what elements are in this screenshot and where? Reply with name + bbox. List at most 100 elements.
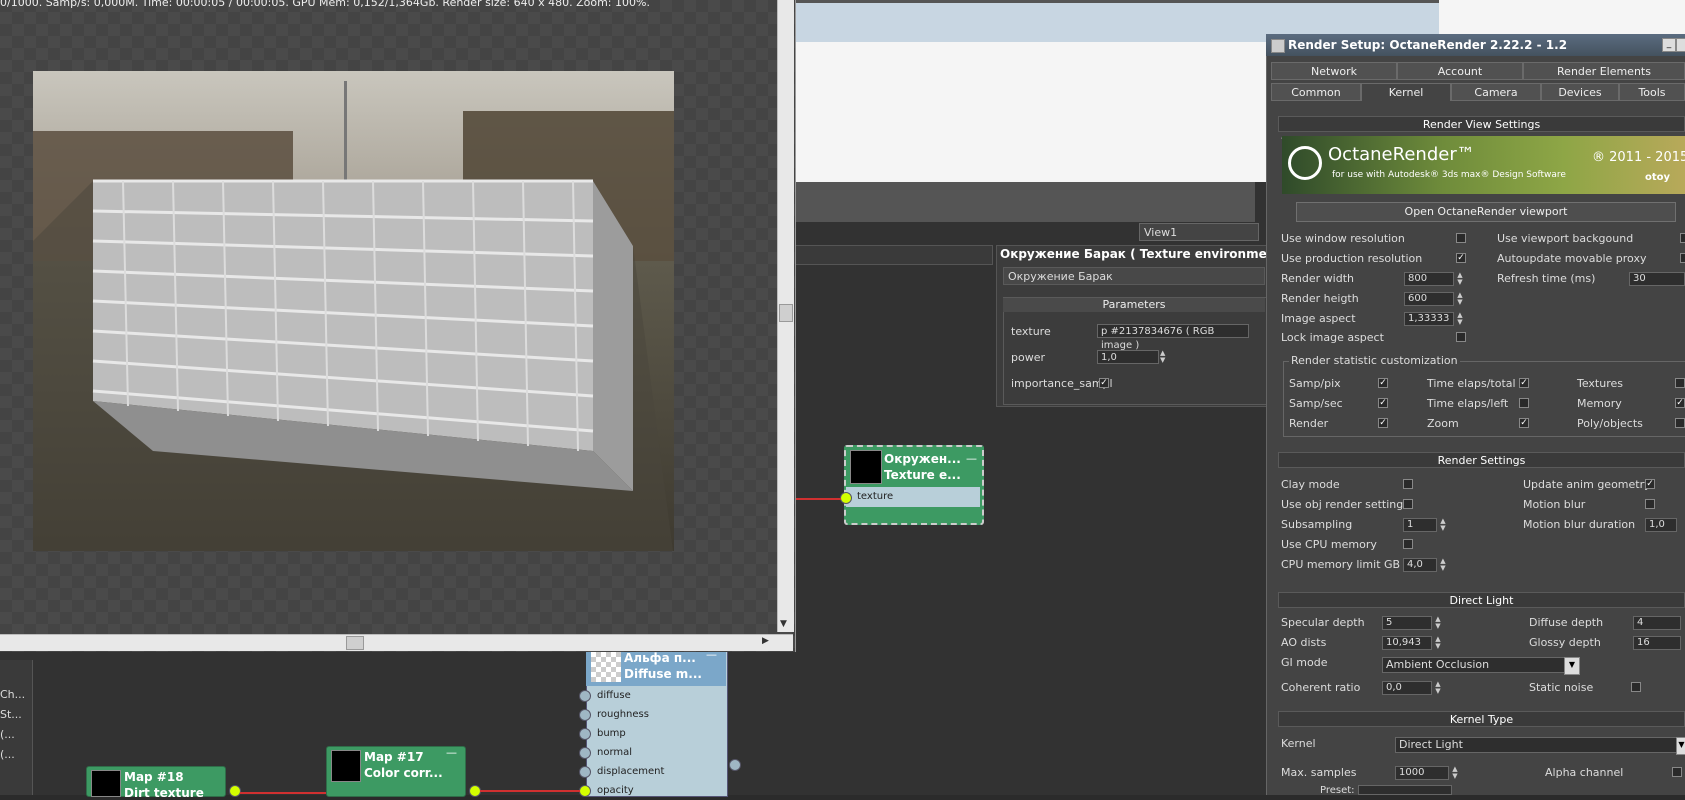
diffuse-socket[interactable] [579,690,591,702]
use-window-resolution-checkbox[interactable] [1456,233,1466,243]
open-viewport-button[interactable]: Open OctaneRender viewport [1296,202,1676,222]
render-settings-header[interactable]: Render Settings [1278,452,1685,468]
view-selector[interactable]: View1 [1139,223,1259,241]
coherent-ratio-spinner[interactable]: ▲ ▼ [1434,681,1442,695]
normal-socket[interactable] [579,747,591,759]
connection-wire [795,498,841,500]
autoupdate-movable-proxy-label: Autoupdate movable proxy [1497,252,1647,265]
env-node-slot-label: texture [857,491,894,502]
use-obj-render-settings-checkbox[interactable] [1403,499,1413,509]
motion-blur-duration-input[interactable]: 1,0 [1645,518,1677,532]
chevron-down-icon[interactable]: ▼ [1564,657,1580,675]
displacement-socket[interactable] [579,766,591,778]
cpu-memory-limit-input[interactable]: 4,0 [1403,558,1437,572]
render-height-spinner[interactable]: ▲ ▼ [1456,292,1464,306]
roughness-socket[interactable] [579,709,591,721]
render-setup-titlebar[interactable]: Render Setup: OctaneRender 2.22.2 - 1.2 [1266,34,1685,56]
render-stat-checkbox[interactable]: ✓ [1378,418,1388,428]
image-aspect-input[interactable]: 1,33333 [1404,312,1454,326]
render-height-input[interactable]: 600 [1404,292,1454,306]
importance-sampling-checkbox[interactable]: ✓ [1099,378,1109,388]
tab-account[interactable]: Account [1397,62,1523,80]
chevron-down-icon[interactable]: ▼ [1676,737,1685,755]
horizontal-scroll-thumb[interactable] [346,636,364,650]
cpu-memory-limit-spinner[interactable]: ▲ ▼ [1439,558,1447,572]
use-viewport-background-checkbox[interactable] [1680,233,1685,243]
static-noise-label: Static noise [1529,681,1594,694]
connection-wire [240,792,326,794]
browser-item[interactable]: (... [0,748,15,761]
scroll-down-icon[interactable]: ▼ [780,619,787,629]
viewport-horizontal-scrollbar[interactable] [0,634,793,651]
opacity-socket[interactable] [579,785,591,797]
scroll-right-icon[interactable]: ▶ [762,636,769,646]
maximize-window-icon[interactable] [1676,38,1685,52]
lock-image-aspect-checkbox[interactable] [1456,332,1466,342]
power-spinner[interactable]: ▲ ▼ [1160,350,1165,364]
samp-pix-checkbox[interactable]: ✓ [1378,378,1388,388]
kernel-select[interactable]: Direct Light [1395,737,1685,753]
tab-network[interactable]: Network [1271,62,1397,80]
max-samples-input[interactable]: 1000 [1395,766,1449,780]
static-noise-checkbox[interactable] [1631,682,1641,692]
vertical-scroll-thumb[interactable] [779,304,793,322]
max-samples-spinner[interactable]: ▲ ▼ [1451,766,1459,780]
rollout-title: Render View Settings [1422,118,1541,131]
refresh-time-input[interactable]: 30 [1629,272,1685,286]
tab-kernel[interactable]: Kernel [1361,83,1451,101]
ao-dists-input[interactable]: 10,943 [1382,636,1432,650]
browser-item[interactable]: Ch... [0,688,25,701]
coherent-ratio-input[interactable]: 0,0 [1382,681,1432,695]
specular-depth-input[interactable]: 5 [1382,616,1432,630]
time-left-checkbox[interactable] [1519,398,1529,408]
tab-camera[interactable]: Camera [1451,83,1541,101]
use-production-resolution-checkbox[interactable]: ✓ [1456,253,1466,263]
image-aspect-spinner[interactable]: ▲ ▼ [1456,312,1464,326]
use-cpu-memory-checkbox[interactable] [1403,539,1413,549]
env-texture-socket[interactable] [840,492,852,504]
minimize-icon[interactable]: — [446,746,457,759]
samp-sec-checkbox[interactable]: ✓ [1378,398,1388,408]
map18-output-socket[interactable] [229,785,241,797]
minimize-icon[interactable]: — [966,452,977,465]
tab-common[interactable]: Common [1271,83,1361,101]
zoom-checkbox[interactable]: ✓ [1519,418,1529,428]
render-view-settings-header[interactable]: Render View Settings [1278,116,1685,132]
direct-light-header[interactable]: Direct Light [1278,592,1685,608]
clay-mode-checkbox[interactable] [1403,479,1413,489]
tab-render-elements[interactable]: Render Elements [1523,62,1685,80]
tab-devices[interactable]: Devices [1541,83,1619,101]
navigator-header [795,245,993,265]
power-input[interactable]: 1,0 [1097,350,1159,364]
autoupdate-movable-proxy-checkbox[interactable] [1680,253,1685,263]
subsampling-input[interactable]: 1 [1403,518,1437,532]
alpha-channel-checkbox[interactable] [1672,767,1682,777]
motion-blur-checkbox[interactable] [1645,499,1655,509]
kernel-type-header[interactable]: Kernel Type [1278,711,1685,727]
time-total-checkbox[interactable]: ✓ [1519,378,1529,388]
gi-mode-select[interactable]: Ambient Occlusion [1382,657,1578,673]
browser-item[interactable]: St... [0,708,22,721]
texture-map-button[interactable]: p #2137834676 ( RGB image ) [1097,324,1249,351]
specular-depth-spinner[interactable]: ▲ ▼ [1434,616,1442,630]
render-width-spinner[interactable]: ▲ ▼ [1456,272,1464,286]
poly-objects-checkbox[interactable] [1675,418,1685,428]
render-height-label: Render heigth [1281,292,1359,305]
preset-select[interactable] [1358,785,1452,795]
glossy-depth-input[interactable]: 16 [1633,636,1681,650]
minimize-window-icon[interactable]: _ [1662,38,1676,52]
tab-tools[interactable]: Tools [1619,83,1685,101]
render-stat-group-label: Render statistic customization [1289,354,1460,367]
browser-item[interactable]: (... [0,728,15,741]
update-anim-geometry-checkbox[interactable]: ✓ [1645,479,1655,489]
memory-checkbox[interactable]: ✓ [1675,398,1685,408]
render-width-input[interactable]: 800 [1404,272,1454,286]
ao-dists-spinner[interactable]: ▲ ▼ [1434,636,1442,650]
subsampling-spinner[interactable]: ▲ ▼ [1439,518,1447,532]
textures-checkbox[interactable] [1675,378,1685,388]
map-name-field[interactable]: Окружение Барак [1003,267,1265,285]
parameters-header[interactable]: Parameters [1003,298,1265,312]
diffuse-depth-input[interactable]: 4 [1633,616,1681,630]
diffuse-output-socket[interactable] [729,759,741,771]
bump-socket[interactable] [579,728,591,740]
